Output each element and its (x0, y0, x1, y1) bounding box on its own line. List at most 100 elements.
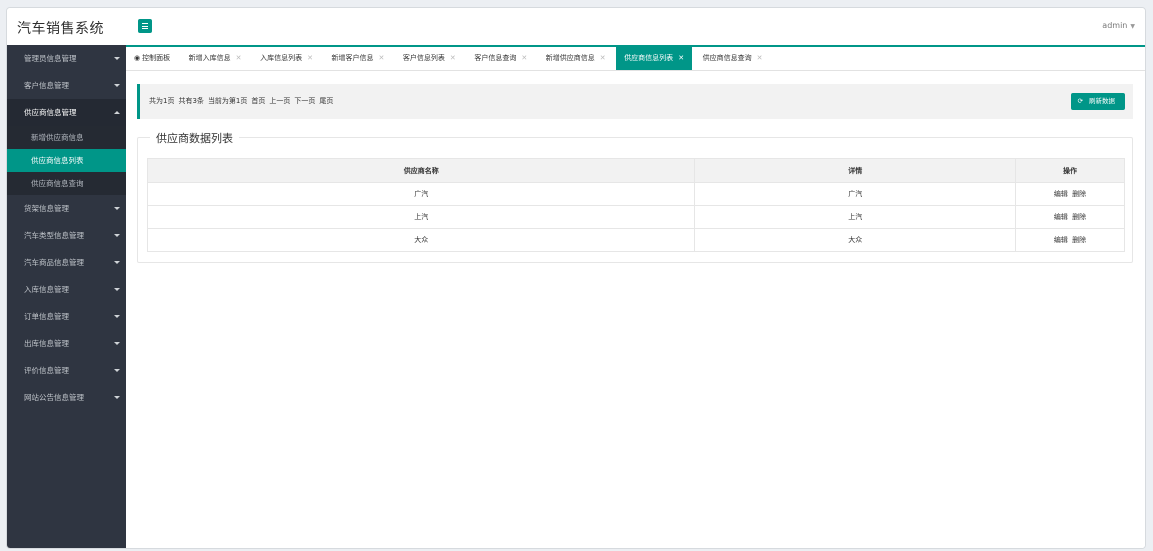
prev-page-link[interactable]: 上一页 (269, 97, 290, 105)
table-header-row: 供应商名称 详情 操作 (146, 158, 1125, 183)
tab-label: 控制面板 (142, 54, 171, 62)
cell-actions: 编辑 删除 (1015, 205, 1125, 229)
tab-add-customer[interactable]: 新增客户信息 ✕ (324, 47, 393, 70)
close-icon[interactable]: ✕ (236, 54, 242, 62)
user-menu[interactable]: admin ▼ (1102, 21, 1135, 30)
cell-detail: 广汽 (694, 182, 1017, 206)
sidebar-subitem-add-supplier[interactable]: 新增供应商信息 (7, 126, 126, 149)
sidebar-item-label: 货架信息管理 (24, 204, 69, 213)
last-page-link[interactable]: 尾页 (319, 97, 333, 105)
top-header: 汽车销售系统 admin ▼ (7, 8, 1145, 45)
main-content: 共为1页 共有3条 当前为第1页 首页 上一页 下一页 尾页 ⟳ 刷新数据 供应商数据列表 … (126, 71, 1145, 548)
caret-down-icon (114, 342, 120, 345)
close-icon[interactable]: ✕ (600, 54, 606, 62)
current-page: 当前为第1页 (207, 97, 248, 105)
column-header-detail: 详情 (694, 158, 1017, 183)
table-row: 广汽 广汽 编辑 删除 (146, 182, 1125, 206)
table-row: 上汽 上汽 编辑 删除 (146, 205, 1125, 229)
tab-label: 新增供应商信息 (545, 54, 595, 62)
sidebar: 管理员信息管理 客户信息管理 供应商信息管理 新增供应商信息 供应商信息列表 供… (7, 45, 126, 548)
first-page-link[interactable]: 首页 (251, 97, 265, 105)
supplier-panel: 供应商数据列表 供应商名称 详情 操作 广汽 广汽 编辑 删除 上汽 上汽 编辑… (137, 130, 1133, 263)
tab-dashboard[interactable]: ◉ 控制面板 (126, 47, 178, 70)
column-header-actions: 操作 (1015, 158, 1125, 183)
sidebar-item-admin[interactable]: 管理员信息管理 (7, 45, 126, 72)
sidebar-item-order[interactable]: 订单信息管理 (7, 303, 126, 330)
tab-label: 新增入库信息 (188, 54, 231, 62)
sidebar-item-label: 客户信息管理 (24, 81, 69, 90)
tab-add-supplier[interactable]: 新增供应商信息 ✕ (538, 47, 614, 70)
tab-bar: ◉ 控制面板 新增入库信息 ✕ 入库信息列表 ✕ 新增客户信息 ✕ 客户信息列表 ✕ 客户… (126, 45, 1145, 71)
tab-label: 新增客户信息 (331, 54, 374, 62)
delete-link[interactable]: 删除 (1072, 213, 1086, 221)
edit-link[interactable]: 编辑 (1054, 213, 1068, 221)
supplier-table: 供应商名称 详情 操作 广汽 广汽 编辑 删除 上汽 上汽 编辑 删除 大众 大… (146, 158, 1125, 252)
next-page-link[interactable]: 下一页 (294, 97, 315, 105)
tab-label: 供应商信息列表 (624, 54, 674, 62)
app-window: 汽车销售系统 admin ▼ 管理员信息管理 客户信息管理 供应商信息管理 新增供… (6, 7, 1146, 549)
tab-supplier-list[interactable]: 供应商信息列表 ✕ (616, 47, 693, 70)
sidebar-item-shelf[interactable]: 货架信息管理 (7, 195, 126, 222)
app-title: 汽车销售系统 (17, 21, 104, 37)
delete-link[interactable]: 删除 (1072, 236, 1086, 244)
total-items: 共有3条 (178, 97, 204, 105)
edit-link[interactable]: 编辑 (1054, 236, 1068, 244)
caret-down-icon (114, 84, 120, 87)
sidebar-item-label: 入库信息管理 (24, 285, 69, 294)
sidebar-item-label: 供应商信息管理 (24, 108, 77, 117)
cell-actions: 编辑 删除 (1015, 228, 1125, 252)
chevron-down-icon: ▼ (1130, 23, 1135, 30)
refresh-icon: ⟳ (1077, 97, 1083, 105)
column-header-name: 供应商名称 (146, 158, 696, 183)
sidebar-item-label: 评价信息管理 (24, 366, 69, 375)
close-icon[interactable]: ✕ (678, 54, 684, 62)
close-icon[interactable]: ✕ (521, 54, 527, 62)
cell-name: 上汽 (146, 205, 696, 229)
sidebar-subitem-supplier-query[interactable]: 供应商信息查询 (7, 172, 126, 195)
menu-toggle-icon[interactable] (138, 19, 152, 33)
close-icon[interactable]: ✕ (307, 54, 313, 62)
tab-supplier-query[interactable]: 供应商信息查询 ✕ (695, 47, 771, 70)
sidebar-item-car-type[interactable]: 汽车类型信息管理 (7, 222, 126, 249)
table-row: 大众 大众 编辑 删除 (146, 228, 1125, 252)
tab-add-stock-in[interactable]: 新增入库信息 ✕ (181, 47, 250, 70)
panel-title: 供应商数据列表 (150, 130, 239, 146)
sidebar-item-review[interactable]: 评价信息管理 (7, 357, 126, 384)
refresh-button[interactable]: ⟳ 刷新数据 (1071, 93, 1125, 110)
tab-customer-query[interactable]: 客户信息查询 ✕ (466, 47, 535, 70)
cell-detail: 上汽 (694, 205, 1017, 229)
tab-label: 入库信息列表 (260, 54, 303, 62)
tab-stock-in-list[interactable]: 入库信息列表 ✕ (252, 47, 321, 70)
sidebar-subitem-supplier-list[interactable]: 供应商信息列表 (7, 149, 126, 172)
username: admin (1102, 21, 1128, 30)
sidebar-item-label: 出库信息管理 (24, 339, 69, 348)
caret-down-icon (114, 396, 120, 399)
close-icon[interactable]: ✕ (450, 54, 456, 62)
caret-down-icon (114, 57, 120, 60)
tab-label: 客户信息列表 (402, 54, 445, 62)
close-icon[interactable]: ✕ (757, 54, 763, 62)
tab-customer-list[interactable]: 客户信息列表 ✕ (395, 47, 464, 70)
sidebar-item-supplier[interactable]: 供应商信息管理 (7, 99, 126, 126)
sidebar-item-label: 汽车类型信息管理 (24, 231, 84, 240)
sidebar-item-label: 网站公告信息管理 (24, 393, 84, 402)
caret-down-icon (114, 234, 120, 237)
close-icon[interactable]: ✕ (379, 54, 385, 62)
delete-link[interactable]: 删除 (1072, 190, 1086, 198)
sidebar-item-customer[interactable]: 客户信息管理 (7, 72, 126, 99)
total-pages: 共为1页 (149, 97, 175, 105)
tab-label: 客户信息查询 (474, 54, 517, 62)
caret-up-icon (114, 111, 120, 114)
caret-down-icon (114, 315, 120, 318)
sidebar-item-car-goods[interactable]: 汽车商品信息管理 (7, 249, 126, 276)
cell-actions: 编辑 删除 (1015, 182, 1125, 206)
edit-link[interactable]: 编辑 (1054, 190, 1068, 198)
caret-down-icon (114, 261, 120, 264)
dashboard-icon: ◉ (134, 54, 141, 62)
sidebar-item-label: 汽车商品信息管理 (24, 258, 84, 267)
sidebar-item-stock-out[interactable]: 出库信息管理 (7, 330, 126, 357)
refresh-label: 刷新数据 (1089, 97, 1115, 105)
sidebar-item-stock-in[interactable]: 入库信息管理 (7, 276, 126, 303)
sidebar-item-notice[interactable]: 网站公告信息管理 (7, 384, 126, 411)
sidebar-item-label: 管理员信息管理 (24, 54, 77, 63)
